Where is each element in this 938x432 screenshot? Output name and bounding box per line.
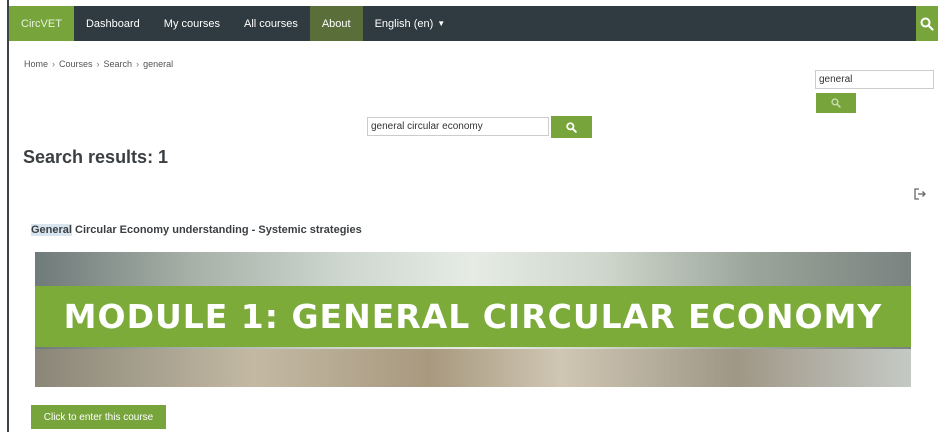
course-title-highlight: General (31, 224, 72, 236)
breadcrumb-current: general (143, 59, 174, 69)
breadcrumb-separator-icon: › (52, 59, 56, 69)
breadcrumb: Home › Courses › Search › general (24, 59, 173, 69)
search-icon (566, 121, 577, 133)
exit-icon[interactable] (913, 187, 927, 201)
page-title: Search results: 1 (23, 147, 169, 167)
main-search-button[interactable] (551, 116, 592, 138)
course-title-text: Circular Economy understanding - Systemi… (71, 224, 362, 236)
language-menu[interactable]: English (en) ▼ (363, 6, 458, 41)
breadcrumb-search[interactable]: Search (104, 59, 133, 69)
nav-all-courses[interactable]: All courses (232, 6, 310, 41)
side-search-button[interactable] (816, 93, 856, 113)
main-search-input[interactable] (367, 117, 549, 136)
breadcrumb-separator-icon: › (136, 59, 140, 69)
banner-soil-area (35, 349, 911, 387)
language-label: English (en) (374, 17, 434, 30)
top-navbar: CircVET Dashboard My courses All courses… (9, 6, 938, 41)
breadcrumb-separator-icon: › (96, 59, 100, 69)
left-edge (0, 0, 9, 432)
nav-about[interactable]: About (309, 6, 363, 41)
course-title-link[interactable]: General Circular Economy understanding -… (31, 224, 362, 236)
banner-band: MODULE 1: GENERAL CIRCULAR ECONOMY (35, 286, 911, 347)
side-search-input[interactable] (815, 70, 934, 89)
course-banner-image: MODULE 1: GENERAL CIRCULAR ECONOMY (35, 252, 911, 387)
enter-course-button[interactable]: Click to enter this course (31, 405, 166, 429)
breadcrumb-courses[interactable]: Courses (59, 59, 93, 69)
nav-brand[interactable]: CircVET (9, 6, 74, 41)
navbar-search-button[interactable] (916, 6, 938, 41)
caret-down-icon: ▼ (437, 19, 446, 28)
nav-my-courses[interactable]: My courses (152, 6, 232, 41)
breadcrumb-home[interactable]: Home (24, 59, 48, 69)
search-icon (831, 98, 841, 108)
nav-dashboard[interactable]: Dashboard (74, 6, 152, 41)
banner-text: MODULE 1: GENERAL CIRCULAR ECONOMY (63, 297, 883, 336)
search-icon (920, 17, 934, 31)
